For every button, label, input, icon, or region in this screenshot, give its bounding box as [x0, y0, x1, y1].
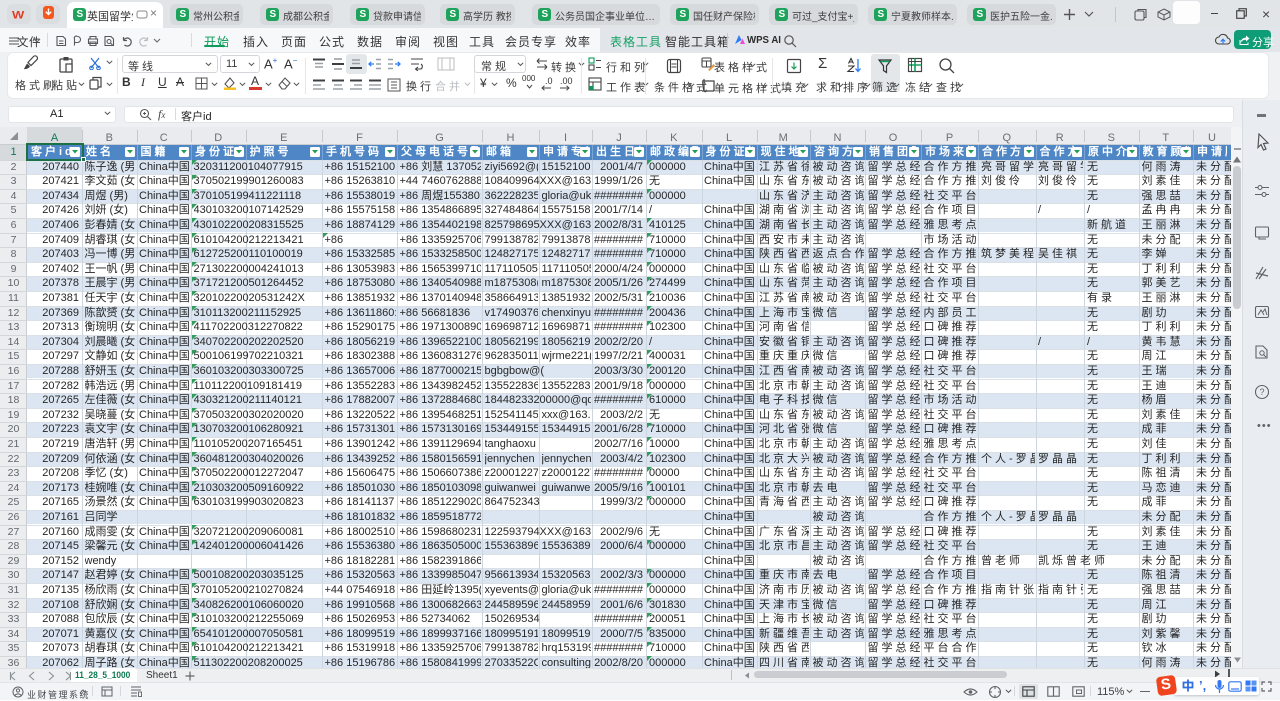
svg-text:?: ?: [1260, 387, 1265, 397]
